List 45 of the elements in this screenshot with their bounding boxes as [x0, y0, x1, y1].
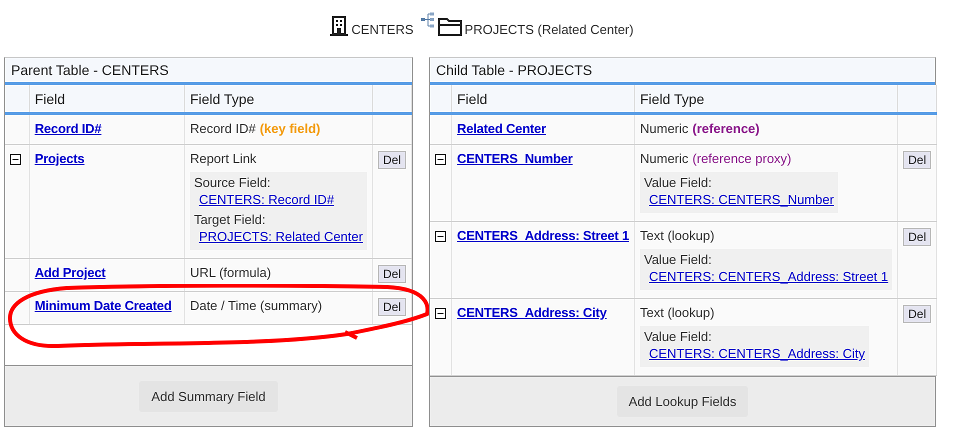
- field-type-text: Numeric (reference): [640, 121, 760, 136]
- child-table-label: PROJECTS (Related Center): [464, 22, 634, 37]
- field-type-text: Numeric (reference proxy): [640, 151, 792, 166]
- delete-button[interactable]: Del: [903, 305, 932, 323]
- field-type-text: URL (formula): [190, 265, 272, 280]
- detail-label: Value Field:: [644, 175, 712, 190]
- detail-label: Value Field:: [644, 329, 712, 344]
- add-field-button[interactable]: Add Summary Field: [139, 380, 278, 412]
- detail-label: Value Field:: [644, 252, 712, 267]
- delete-button[interactable]: Del: [903, 151, 932, 169]
- column-header: Field: [452, 85, 634, 114]
- delete-button[interactable]: Del: [903, 228, 932, 246]
- detail-label: Source Field:: [194, 175, 271, 190]
- column-header: Field Type: [184, 85, 372, 114]
- delete-button[interactable]: Del: [378, 298, 406, 316]
- field-name-link[interactable]: CENTERS_Number: [457, 151, 573, 166]
- hierarchy-icon: [420, 12, 435, 28]
- panel-title: Child Table - PROJECTS: [430, 58, 935, 85]
- field-type-text: Record ID# (key field): [190, 121, 320, 136]
- detail-link[interactable]: CENTERS: CENTERS_Number: [644, 192, 834, 207]
- field-type-text: Text (lookup): [640, 305, 714, 320]
- detail-link[interactable]: CENTERS: CENTERS_Address: City: [644, 346, 865, 361]
- delete-button[interactable]: Del: [378, 265, 406, 283]
- field-name-link[interactable]: Projects: [34, 151, 84, 166]
- parent-table-label: CENTERS: [351, 22, 414, 37]
- detail-label: Target Field:: [194, 212, 266, 227]
- field-type-text: Date / Time (summary): [190, 298, 322, 313]
- collapse-icon[interactable]: [435, 308, 446, 319]
- field-type-text: Report Link: [190, 151, 256, 166]
- field-name-link[interactable]: CENTERS_Address: Street 1: [457, 228, 629, 243]
- add-field-button[interactable]: Add Lookup Fields: [616, 386, 748, 417]
- detail-link[interactable]: CENTERS: Record ID#: [194, 192, 334, 207]
- field-type-text: Text (lookup): [640, 228, 714, 243]
- detail-link[interactable]: CENTERS: CENTERS_Address: Street 1: [644, 269, 888, 284]
- collapse-icon[interactable]: [435, 231, 446, 242]
- detail-link[interactable]: PROJECTS: Related Center: [194, 229, 363, 244]
- field-name-link[interactable]: CENTERS_Address: City: [457, 305, 607, 320]
- column-header: Field Type: [634, 85, 898, 114]
- delete-button[interactable]: Del: [378, 151, 406, 169]
- folder-icon: [438, 17, 462, 36]
- building-icon: [330, 16, 348, 36]
- column-header: Field: [29, 85, 184, 114]
- collapse-icon[interactable]: [435, 154, 446, 165]
- collapse-icon[interactable]: [10, 154, 21, 165]
- panel-title: Parent Table - CENTERS: [5, 58, 412, 85]
